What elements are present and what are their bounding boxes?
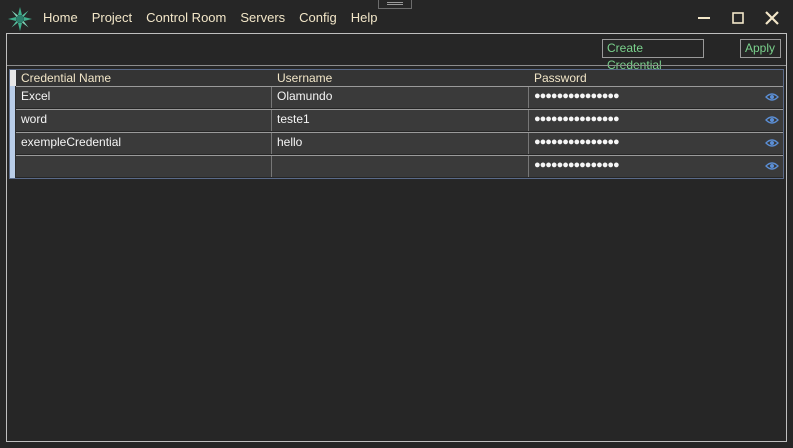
password-cell[interactable]: ●●●●●●●●●●●●●●● [529, 156, 783, 177]
credentials-table: Credential Name Username Password Excel … [9, 69, 784, 179]
drag-handle[interactable] [378, 0, 412, 9]
password-cell[interactable]: ●●●●●●●●●●●●●●● [529, 87, 783, 108]
app-logo-icon [8, 7, 32, 31]
table-row[interactable]: word teste1 ●●●●●●●●●●●●●●● [16, 109, 783, 131]
menu-control-room[interactable]: Control Room [146, 10, 226, 25]
table-row[interactable]: exempleCredential hello ●●●●●●●●●●●●●●● [16, 132, 783, 154]
eye-icon[interactable] [765, 115, 779, 125]
credential-name-cell[interactable] [16, 156, 272, 177]
table-header: Credential Name Username Password [16, 70, 783, 86]
eye-icon[interactable] [765, 92, 779, 102]
table-row-new[interactable]: ●●●●●●●●●●●●●●● [16, 155, 783, 177]
main-menu: Home Project Control Room Servers Config… [43, 10, 391, 25]
column-header-credential-name[interactable]: Credential Name [21, 71, 111, 85]
menu-help[interactable]: Help [351, 10, 378, 25]
username-cell[interactable]: Olamundo [272, 87, 529, 108]
menu-project[interactable]: Project [92, 10, 132, 25]
menu-servers[interactable]: Servers [240, 10, 285, 25]
toolbar-divider [7, 65, 786, 66]
create-credential-button[interactable]: Create Credential [602, 39, 704, 72]
maximize-icon[interactable] [728, 8, 748, 28]
column-header-password[interactable]: Password [534, 71, 587, 85]
apply-button[interactable]: Apply [740, 39, 781, 58]
username-cell[interactable]: teste1 [272, 110, 529, 131]
menu-config[interactable]: Config [299, 10, 337, 25]
title-bar: Home Project Control Room Servers Config… [0, 0, 793, 34]
table-row[interactable]: Excel Olamundo ●●●●●●●●●●●●●●● [16, 86, 783, 108]
credentials-panel: Create Credential Apply Credential Name … [6, 33, 787, 442]
close-icon[interactable] [762, 8, 782, 28]
eye-icon[interactable] [765, 161, 779, 171]
menu-home[interactable]: Home [43, 10, 78, 25]
password-cell[interactable]: ●●●●●●●●●●●●●●● [529, 133, 783, 154]
credential-name-cell[interactable]: word [16, 110, 272, 131]
minimize-icon[interactable] [694, 8, 714, 28]
password-cell[interactable]: ●●●●●●●●●●●●●●● [529, 110, 783, 131]
credential-name-cell[interactable]: exempleCredential [16, 133, 272, 154]
username-cell[interactable] [272, 156, 529, 177]
eye-icon[interactable] [765, 138, 779, 148]
credential-name-cell[interactable]: Excel [16, 87, 272, 108]
column-header-username[interactable]: Username [277, 71, 332, 85]
row-selection-bar[interactable] [10, 86, 15, 178]
username-cell[interactable]: hello [272, 133, 529, 154]
